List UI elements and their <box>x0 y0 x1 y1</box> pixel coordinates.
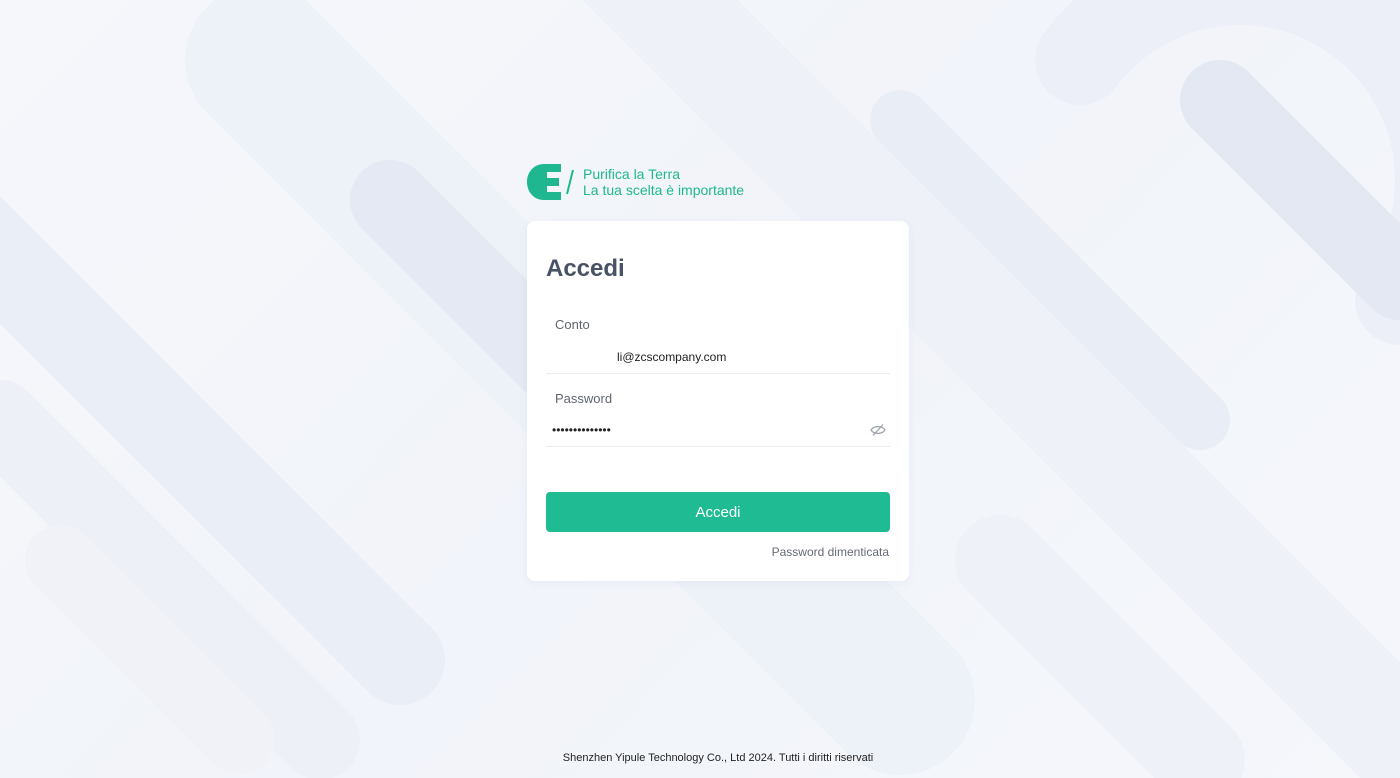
password-input[interactable] <box>546 415 862 445</box>
eye-off-icon[interactable] <box>870 423 886 437</box>
account-field <box>546 342 890 374</box>
forgot-password-link[interactable]: Password dimenticata <box>772 545 889 559</box>
login-card: Accedi Conto Password Accedi Password di… <box>527 221 909 581</box>
brand-slogan: Purifica la Terra La tua scelta è import… <box>583 166 744 198</box>
footer-copyright: Shenzhen Yipule Technology Co., Ltd 2024… <box>562 752 874 764</box>
leaf-e-logo-icon <box>527 164 561 200</box>
slash-divider-icon <box>566 169 574 195</box>
brand-header: Purifica la Terra La tua scelta è import… <box>527 162 744 202</box>
account-label: Conto <box>555 317 590 332</box>
account-input[interactable] <box>546 342 857 372</box>
password-field <box>546 415 890 447</box>
brand-line-1: Purifica la Terra <box>583 166 681 182</box>
login-page: Purifica la Terra La tua scelta è import… <box>0 0 1400 778</box>
login-button[interactable]: Accedi <box>546 492 890 532</box>
page-title: Accedi <box>546 255 625 282</box>
password-label: Password <box>555 391 613 406</box>
brand-line-2: La tua scelta è importante <box>583 182 745 198</box>
